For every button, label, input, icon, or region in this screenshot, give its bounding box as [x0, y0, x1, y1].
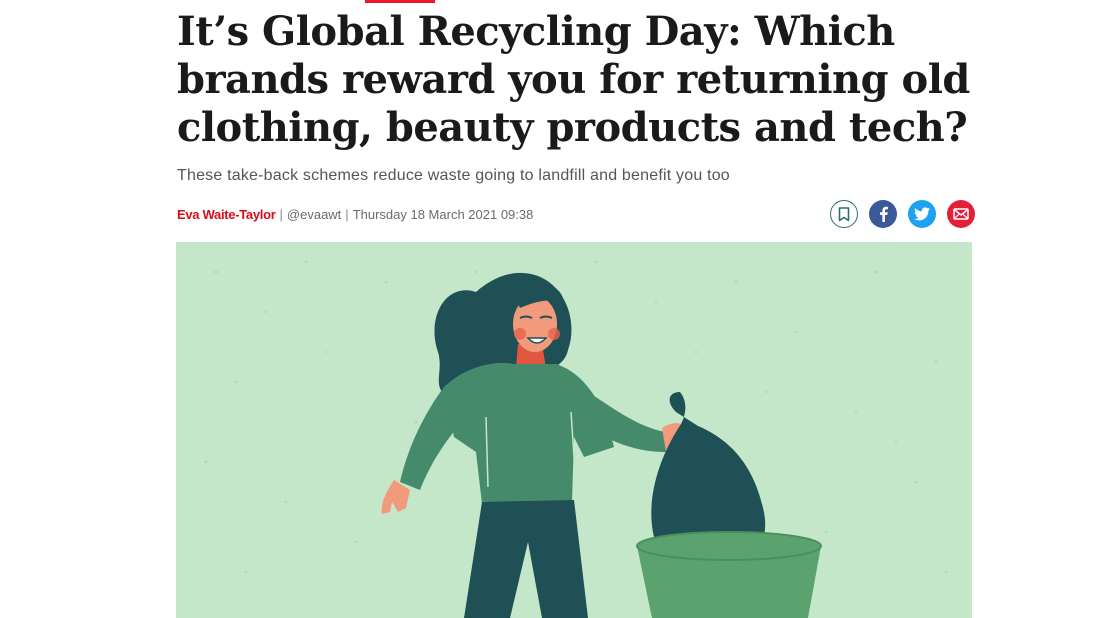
top-accent-bar [365, 0, 435, 3]
hero-image [176, 242, 972, 618]
byline: Eva Waite-Taylor | @evaawt | Thursday 18… [177, 205, 533, 223]
twitter-icon [914, 207, 930, 221]
byline-separator: | [279, 206, 283, 222]
twitter-share-button[interactable] [908, 200, 936, 228]
author-handle[interactable]: @evaawt [287, 207, 341, 222]
email-share-button[interactable] [947, 200, 975, 228]
author-link[interactable]: Eva Waite-Taylor [177, 207, 276, 222]
facebook-icon [880, 206, 888, 222]
article-headline: It’s Global Recycling Day: Which brands … [177, 8, 970, 151]
article-standfirst: These take-back schemes reduce waste goi… [177, 167, 730, 184]
publish-date: Thursday 18 March 2021 09:38 [352, 206, 534, 222]
trash-bin [636, 531, 822, 618]
recycling-illustration [176, 242, 972, 618]
byline-separator: | [345, 206, 349, 222]
bookmark-button[interactable] [830, 200, 858, 228]
email-icon [953, 208, 969, 220]
bookmark-icon [838, 206, 850, 221]
share-bar [830, 200, 975, 228]
facebook-share-button[interactable] [869, 200, 897, 228]
